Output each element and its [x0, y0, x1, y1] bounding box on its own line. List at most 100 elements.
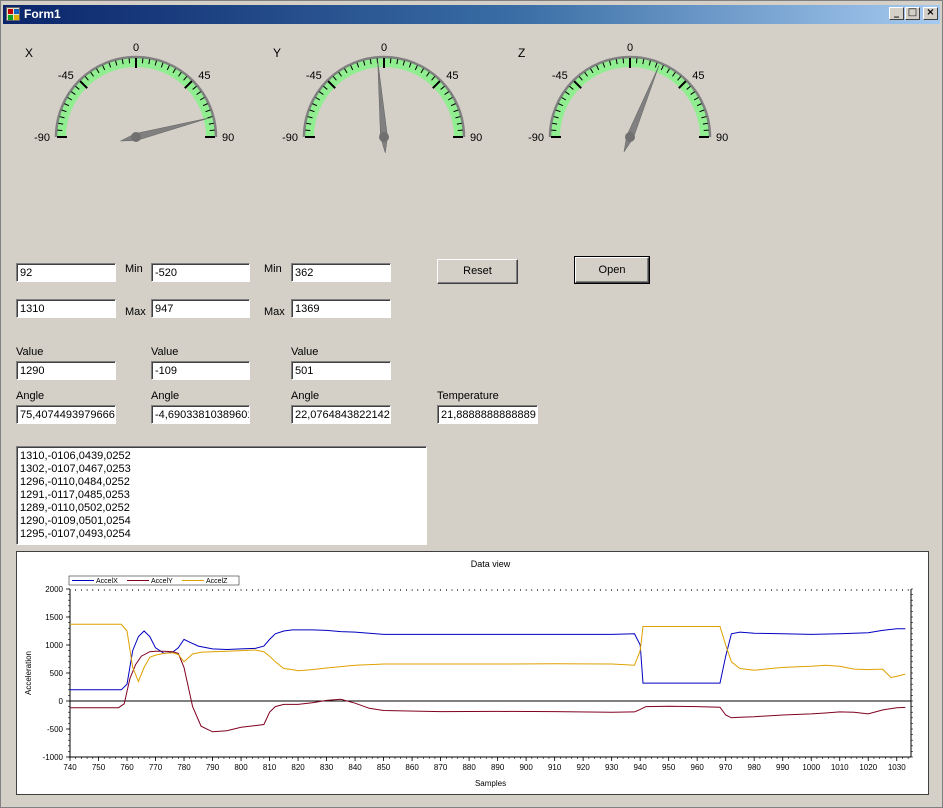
y-tick-label: -1000 [43, 753, 64, 762]
x-tick-label: 900 [519, 763, 533, 772]
x-tick-label: 760 [120, 763, 134, 772]
z-min-field[interactable]: 362 [291, 263, 391, 282]
x-tick-label: 1020 [859, 763, 877, 772]
gauge-tick-label: -90 [34, 132, 50, 144]
x-angle-label: Angle [16, 390, 45, 402]
x-tick-label: 1000 [802, 763, 820, 772]
gauge-tick-label: 0 [627, 42, 633, 54]
gauge-rim [54, 55, 218, 138]
x-tick-label: 910 [548, 763, 562, 772]
x-tick-label: 1030 [888, 763, 906, 772]
list-item[interactable]: 1290,-0109,0501,0254 [20, 515, 423, 528]
x-value-label: Value [16, 346, 44, 358]
x-tick-label: 990 [776, 763, 790, 772]
gauge-tick-label: 90 [470, 132, 482, 144]
window-title: Form1 [24, 7, 61, 21]
series-line-accelx [70, 628, 906, 691]
x-tick-label: 810 [263, 763, 277, 772]
app-icon[interactable] [6, 7, 20, 21]
data-log-listbox[interactable]: 1310,-0106,0439,0252 1302,-0107,0467,025… [16, 446, 427, 545]
maximize-button[interactable]: □ [905, 7, 920, 20]
temperature-label: Temperature [437, 390, 499, 402]
list-item[interactable]: 1310,-0106,0439,0252 [20, 450, 423, 463]
x-axis-label: Samples [475, 779, 506, 788]
chart-title: Data view [471, 559, 511, 569]
y-angle-label: Angle [151, 390, 180, 402]
x-tick-label: 1010 [831, 763, 849, 772]
x-tick-label: 740 [63, 763, 77, 772]
max-label: Max [125, 306, 146, 318]
gauge-hub [625, 132, 635, 142]
gauge-tick-label: 90 [716, 132, 728, 144]
close-button[interactable]: × [923, 7, 938, 20]
y-tick-label: 500 [50, 669, 64, 678]
x-tick-label: 970 [719, 763, 733, 772]
y-tick-label: 0 [59, 697, 64, 706]
z-value-field[interactable]: 501 [291, 361, 391, 380]
gauge-hub [131, 132, 141, 142]
gauge-rim [548, 55, 712, 138]
chart-svg: Data view AccelX AccelY AccelZ 740 750 760 770 7… [24, 559, 913, 788]
x-tick-label: 790 [206, 763, 220, 772]
legend-label: AccelZ [206, 578, 228, 585]
gauge-tick-label: 0 [381, 42, 387, 54]
y-max-field[interactable]: 947 [151, 299, 250, 318]
open-button[interactable]: Open [574, 256, 650, 284]
gauge-svg: -90 -45 0 45 90 [34, 42, 234, 144]
gauge-tick-label: -45 [306, 70, 322, 82]
x-tick-label: 930 [605, 763, 619, 772]
gauge-tick-label: 45 [692, 70, 704, 82]
x-tick-label: 800 [234, 763, 248, 772]
x-tick-label: 880 [462, 763, 476, 772]
x-tick-label: 770 [149, 763, 163, 772]
minimize-button[interactable]: _ [889, 7, 904, 20]
y-value-label: Value [151, 346, 179, 358]
list-item[interactable]: 1296,-0110,0484,0252 [20, 476, 423, 489]
gauge-svg: -90 -45 0 45 90 [528, 42, 728, 152]
z-max-field[interactable]: 1369 [291, 299, 391, 318]
main-window: Form1 _ □ × X Y Z -90 -45 0 45 90 -90 -45 0 45 9… [0, 0, 943, 808]
y-min-field[interactable]: -520 [151, 263, 250, 282]
y-value-field[interactable]: -109 [151, 361, 250, 380]
series-line-accelz [70, 623, 906, 683]
x-angle-field[interactable]: 75,4074493979666 [16, 405, 116, 424]
x-tick-label: 780 [177, 763, 191, 772]
gauge-band [550, 57, 710, 137]
gauge-band [56, 57, 216, 137]
title-bar[interactable]: Form1 _ □ × [3, 5, 940, 24]
temperature-field[interactable]: 21,8888888888889 [437, 405, 538, 424]
x-tick-label: 750 [92, 763, 106, 772]
reset-button[interactable]: Reset [437, 259, 518, 284]
x-min-field[interactable]: 92 [16, 263, 116, 282]
min-label: Min [125, 263, 143, 275]
list-item[interactable]: 1291,-0117,0485,0253 [20, 489, 423, 502]
x-tick-label: 830 [320, 763, 334, 772]
gauge-tick-label: -90 [528, 132, 544, 144]
gauge-tick-label: -45 [552, 70, 568, 82]
x-tick-label: 860 [405, 763, 419, 772]
list-item[interactable]: 1295,-0107,0493,0254 [20, 528, 423, 541]
x-tick-label: 890 [491, 763, 505, 772]
z-angle-field[interactable]: 22,0764843822142 [291, 405, 391, 424]
z-angle-label: Angle [291, 390, 320, 402]
z-value-label: Value [291, 346, 319, 358]
gauge-hub [379, 132, 389, 142]
y-tick-label: 1000 [45, 641, 63, 650]
y-tick-label: 1500 [45, 613, 63, 622]
x-tick-label: 840 [348, 763, 362, 772]
series-line-accely [70, 650, 906, 733]
x-tick-label: 820 [291, 763, 305, 772]
x-max-field[interactable]: 1310 [16, 299, 116, 318]
y-angle-field[interactable]: -4,69033810389601 [151, 405, 250, 424]
max-label: Max [264, 306, 285, 318]
data-view-chart: Data view AccelX AccelY AccelZ 740 750 760 770 7… [16, 551, 929, 795]
x-tick-label: 920 [576, 763, 590, 772]
x-value-field[interactable]: 1290 [16, 361, 116, 380]
y-tick-label: 2000 [45, 585, 63, 594]
list-item[interactable]: 1289,-0110,0502,0252 [20, 502, 423, 515]
gauge-x: -90 -45 0 45 90 [31, 31, 241, 161]
gauge-tick-label: 0 [133, 42, 139, 54]
x-tick-label: 960 [691, 763, 705, 772]
y-axis-label: Acceleration [24, 651, 33, 695]
list-item[interactable]: 1302,-0107,0467,0253 [20, 463, 423, 476]
